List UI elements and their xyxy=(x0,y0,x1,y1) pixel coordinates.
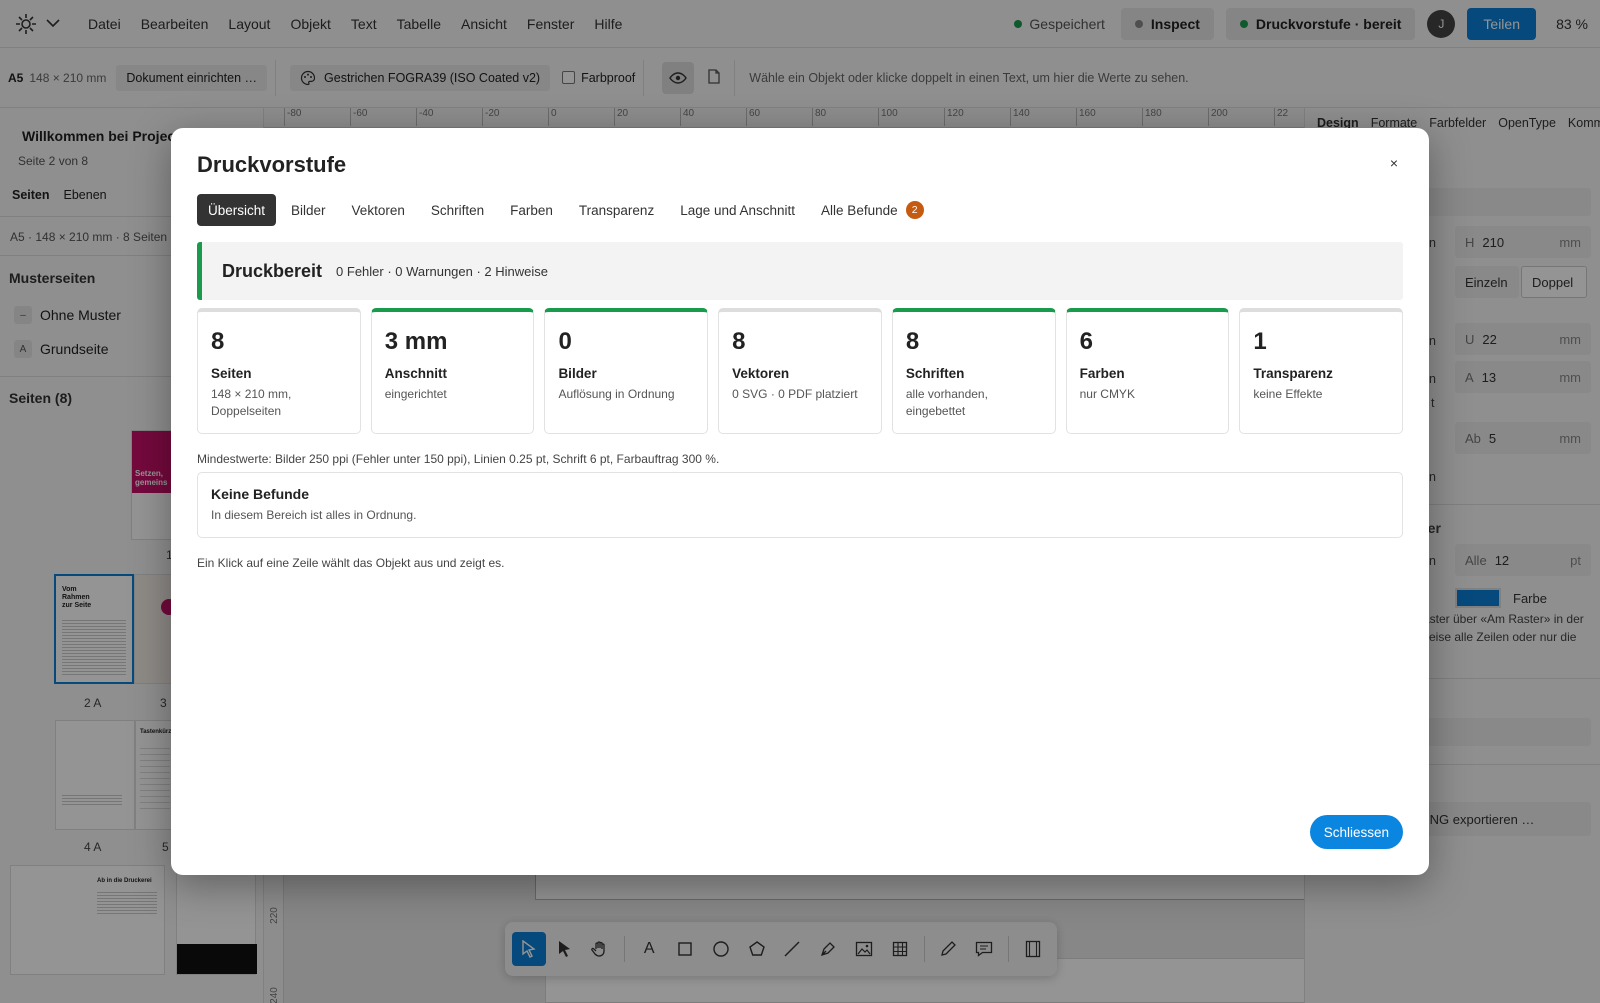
card-value: 6 xyxy=(1079,328,1093,355)
card-description: nur CMYK xyxy=(1079,387,1135,401)
card-value: 1 xyxy=(1253,328,1267,355)
card-description: eingerichtet xyxy=(384,387,447,401)
tab-farben[interactable]: Farben xyxy=(499,194,564,226)
status-title: Druckbereit xyxy=(222,260,323,281)
tab-alle-befunde[interactable]: Alle Befunde 2 xyxy=(810,194,935,226)
dialog-tabs: Übersicht Bilder Vektoren Schriften Farb… xyxy=(197,194,939,226)
preflight-dialog: Druckvorstufe × Übersicht Bilder Vektore… xyxy=(171,128,1429,875)
card-value: 8 xyxy=(905,328,920,355)
card-bilder[interactable]: 0 Bilder Auflösung in Ordnung xyxy=(544,308,709,434)
card-value: 8 xyxy=(732,328,746,355)
no-findings-description: In diesem Bereich ist alles in Ordnung. xyxy=(211,508,417,522)
card-label: Vektoren xyxy=(732,366,790,381)
tab-schriften[interactable]: Schriften xyxy=(420,194,495,226)
tab-bilder[interactable]: Bilder xyxy=(280,194,337,226)
tab-vektoren[interactable]: Vektoren xyxy=(341,194,416,226)
preflight-status: Druckbereit 0 Fehler · 0 Warnungen · 2 H… xyxy=(197,242,1403,300)
card-description: 148 × 210 mm, Doppelseiten xyxy=(211,387,292,418)
card-description: keine Effekte xyxy=(1253,387,1323,401)
dialog-title: Druckvorstufe xyxy=(197,152,347,177)
card-label: Seiten xyxy=(211,366,252,381)
card-label: Bilder xyxy=(558,366,597,381)
card-description: alle vorhanden, eingebettet xyxy=(905,387,988,418)
card-value: 3 mm xyxy=(384,328,448,355)
summary-cards: 8 Seiten 148 × 210 mm, Doppelseiten 3 mm… xyxy=(197,308,1404,434)
card-value: 8 xyxy=(211,328,225,355)
card-value: 0 xyxy=(558,328,572,355)
findings-count-badge: 2 xyxy=(905,201,924,219)
card-farben[interactable]: 6 Farben nur CMYK xyxy=(1065,308,1230,434)
minimum-values-note: Mindestwerte: Bilder 250 ppi (Fehler unt… xyxy=(197,452,720,466)
tab-lage-und-anschnitt[interactable]: Lage und Anschnitt xyxy=(669,194,806,226)
card-description: Auflösung in Ordnung xyxy=(558,387,675,401)
card-seiten[interactable]: 8 Seiten 148 × 210 mm, Doppelseiten xyxy=(197,308,361,434)
card-vektoren[interactable]: 8 Vektoren 0 SVG · 0 PDF platziert xyxy=(718,308,882,434)
card-label: Transparenz xyxy=(1253,366,1333,381)
tab-alle-befunde-label: Alle Befunde xyxy=(821,202,898,218)
no-findings-box: Keine Befunde In diesem Bereich ist alle… xyxy=(197,472,1403,538)
card-description: 0 SVG · 0 PDF platziert xyxy=(732,387,858,401)
close-icon[interactable]: × xyxy=(1385,154,1403,172)
card-label: Anschnitt xyxy=(384,366,447,381)
close-button[interactable]: Schliessen xyxy=(1309,815,1403,849)
card-label: Schriften xyxy=(905,366,965,381)
card-schriften[interactable]: 8 Schriften alle vorhanden, eingebettet xyxy=(891,308,1056,434)
tab-transparenz[interactable]: Transparenz xyxy=(568,194,665,226)
row-click-hint: Ein Klick auf eine Zeile wählt das Objek… xyxy=(197,556,505,570)
tab-uebersicht[interactable]: Übersicht xyxy=(197,194,277,226)
card-label: Farben xyxy=(1079,366,1125,381)
status-detail: 0 Fehler · 0 Warnungen · 2 Hinweise xyxy=(336,263,548,279)
card-anschnitt[interactable]: 3 mm Anschnitt eingerichtet xyxy=(370,308,535,434)
card-transparenz[interactable]: 1 Transparenz keine Effekte xyxy=(1239,308,1404,434)
no-findings-title: Keine Befunde xyxy=(211,486,310,502)
